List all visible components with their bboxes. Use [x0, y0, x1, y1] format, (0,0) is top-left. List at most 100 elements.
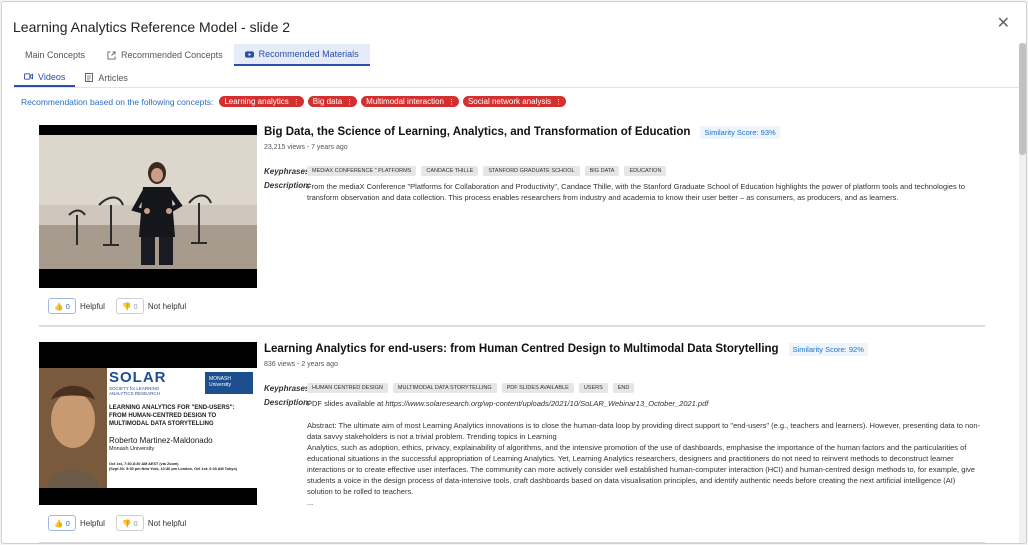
tab-videos-label: Videos	[38, 71, 66, 82]
feedback-bar: 👍 0 Helpful 👎 0 Not helpful	[48, 515, 197, 531]
tab-main-concepts-label: Main Concepts	[25, 50, 86, 60]
main-tabs: Main Concepts Recommended Concepts Recom…	[14, 44, 370, 66]
keyphrase-chip: PDF SLIDES AVAILABLE	[501, 383, 574, 393]
video-meta: 836 views - 2 years ago	[264, 361, 338, 368]
solar-logo-sub2: ANALYTICS RESEARCH	[109, 391, 160, 396]
description: Description: PDF slides available at htt…	[264, 398, 984, 508]
thumb-affiliation: Monash University	[109, 446, 155, 452]
thumb-heading: LEARNING ANALYTICS FOR "END-USERS": FROM…	[109, 404, 255, 428]
description-text: From the mediaX Conference "Platforms fo…	[307, 182, 966, 202]
keyphrase-chip: STANFORD GRADUATE SCHOOL	[483, 166, 580, 176]
similarity-score: Similarity Score: 93%	[700, 125, 780, 139]
tab-main-concepts[interactable]: Main Concepts	[14, 44, 96, 66]
description-label: Description:	[264, 181, 311, 190]
sub-tabs: Videos Articles	[14, 68, 1020, 88]
tab-articles[interactable]: Articles	[75, 68, 138, 87]
helpful-button[interactable]: 👍 0	[48, 515, 76, 531]
tab-recommended-concepts[interactable]: Recommended Concepts	[96, 44, 234, 66]
feedback-bar: 👍 0 Helpful 👎 0 Not helpful	[48, 298, 197, 314]
video-camera-icon	[24, 73, 33, 80]
external-link-icon	[107, 50, 116, 60]
more-vert-icon[interactable]: ⋮	[448, 98, 455, 106]
video-details: Big Data, the Science of Learning, Analy…	[264, 125, 984, 203]
item-divider	[39, 542, 985, 543]
thumb-down-icon: 👎	[122, 518, 132, 528]
thumb-up-icon: 👍	[54, 301, 64, 311]
video-title[interactable]: Learning Analytics for end-users: from H…	[264, 343, 779, 355]
description-body: Analytics, such as adoption, ethics, pri…	[307, 443, 975, 496]
not-helpful-label: Not helpful	[147, 301, 187, 311]
keyphrase-chip: HUMAN CENTRED DESIGN	[307, 383, 388, 393]
thumb-heading-line: FROM HUMAN-CENTRED DESIGN TO	[109, 413, 217, 419]
thumb-heading-line: LEARNING ANALYTICS FOR "END-USERS":	[109, 405, 235, 411]
concept-chip[interactable]: Multimodal interaction ⋮	[361, 96, 459, 107]
keyphrase-chip: END	[612, 383, 635, 393]
close-icon[interactable]: ✕	[997, 16, 1010, 32]
keyphrase-chip: USERS	[578, 383, 608, 393]
keyphrase-chip: MULTIMODAL DATA STORYTELLING	[392, 383, 497, 393]
helpful-label: Helpful	[80, 301, 105, 311]
recommendation-label: Recommendation based on the following co…	[21, 96, 214, 107]
concept-chip-label: Big data	[312, 97, 343, 106]
dialog-title: Learning Analytics Reference Model - sli…	[13, 19, 291, 35]
video-title[interactable]: Big Data, the Science of Learning, Analy…	[264, 126, 690, 138]
scrollbar-thumb[interactable]	[1019, 43, 1026, 155]
video-meta: 23,215 views - 7 years ago	[264, 144, 348, 151]
keyphrase-chip: BIG DATA	[584, 166, 620, 176]
keyphrase-chip: CANDACE THILLE	[421, 166, 479, 176]
similarity-score: Similarity Score: 92%	[788, 342, 868, 356]
keyphrases: Keyphrases: MEDIAX CONFERENCE " PLATFORM…	[264, 166, 984, 176]
helpful-count: 0	[65, 301, 70, 311]
video-thumbnail[interactable]: SOLAR SOCIETY for LEARNING ANALYTICS RES…	[39, 342, 257, 505]
youtube-icon	[244, 50, 254, 58]
dialog: Learning Analytics Reference Model - sli…	[1, 1, 1027, 544]
not-helpful-label: Not helpful	[147, 518, 187, 528]
thumb-logo: SOLAR SOCIETY for LEARNING ANALYTICS RES…	[109, 369, 205, 397]
not-helpful-count: 0	[133, 301, 138, 311]
video-item: Big Data, the Science of Learning, Analy…	[39, 125, 985, 295]
description-prefix: PDF slides available at	[307, 399, 386, 408]
keyphrases-label: Keyphrases:	[264, 166, 313, 176]
description: Description: From the mediaX Conference …	[264, 181, 984, 203]
keyphrases-label: Keyphrases:	[264, 383, 313, 393]
description-label: Description:	[264, 398, 311, 407]
keyphrase-chip: MEDIAX CONFERENCE " PLATFORMS	[307, 166, 417, 176]
not-helpful-count: 0	[133, 518, 138, 528]
tab-articles-label: Articles	[98, 72, 128, 83]
tab-videos[interactable]: Videos	[14, 68, 76, 87]
helpful-button[interactable]: 👍 0	[48, 298, 76, 314]
more-vert-icon[interactable]: ⋮	[293, 98, 300, 106]
solar-logo-text: SOLAR	[109, 369, 167, 386]
concept-chip-label: Multimodal interaction	[366, 97, 444, 106]
slides-link[interactable]: https://www.solaresearch.org/wp-content/…	[385, 399, 708, 408]
not-helpful-button[interactable]: 👎 0	[115, 298, 144, 314]
description-abstract: Abstract: The ultimate aim of most Learn…	[307, 421, 981, 441]
video-details: Learning Analytics for end-users: from H…	[264, 342, 984, 508]
concept-chip-label: Learning analytics	[224, 97, 289, 106]
concept-chip-label: Social network analysis	[467, 97, 552, 106]
concept-chip[interactable]: Social network analysis ⋮	[462, 96, 567, 107]
video-item: SOLAR SOCIETY for LEARNING ANALYTICS RES…	[39, 342, 985, 512]
tab-recommended-materials-label: Recommended Materials	[258, 49, 359, 59]
thumb-down-icon: 👎	[122, 301, 132, 311]
not-helpful-button[interactable]: 👎 0	[115, 515, 144, 531]
thumb-date-line: (Sept 30: 5:30 pm New York, 10:30 pm Lon…	[109, 467, 237, 471]
item-divider	[39, 325, 985, 327]
more-vert-icon[interactable]: ⋮	[555, 98, 562, 106]
video-thumbnail[interactable]	[39, 125, 257, 288]
helpful-count: 0	[65, 518, 70, 528]
thumb-up-icon: 👍	[54, 518, 64, 528]
description-ellipsis: ...	[307, 498, 314, 507]
article-icon	[85, 73, 94, 82]
keyphrases: Keyphrases: HUMAN CENTRED DESIGN MULTIMO…	[264, 383, 984, 393]
thumb-speaker: Roberto Martinez-Maldonado	[109, 436, 213, 445]
monash-logo-text: MONASH University	[209, 376, 231, 388]
concept-chip[interactable]: Big data ⋮	[307, 96, 358, 107]
description-text: PDF slides available at https://www.sola…	[307, 398, 982, 508]
keyphrase-chip: EDUCATION	[624, 166, 667, 176]
tab-recommended-materials[interactable]: Recommended Materials	[233, 44, 370, 66]
thumb-dates: Oct 1st, 7:30-8:30 AM AEST (via Zoom) (S…	[109, 462, 255, 472]
concept-chip[interactable]: Learning analytics ⋮	[219, 96, 304, 107]
more-vert-icon[interactable]: ⋮	[346, 98, 353, 106]
tab-recommended-concepts-label: Recommended Concepts	[121, 50, 223, 60]
